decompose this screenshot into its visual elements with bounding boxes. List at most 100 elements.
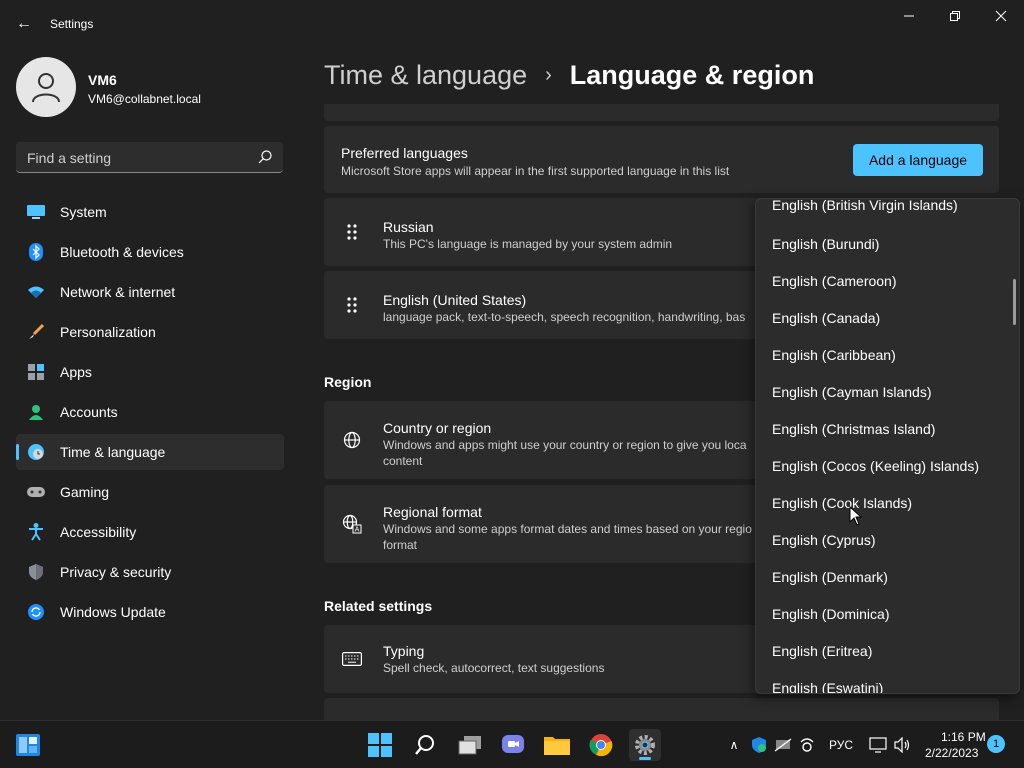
page-title: Language & region xyxy=(569,60,815,90)
gamepad-icon xyxy=(27,483,45,501)
task-view-icon xyxy=(458,736,481,755)
search-placeholder: Find a setting xyxy=(27,150,112,166)
language-title: Russian xyxy=(383,219,434,235)
list-item[interactable]: English (Caribbean) xyxy=(772,347,896,363)
chevron-right-icon: › xyxy=(545,64,552,86)
sidebar-item-privacy[interactable]: Privacy & security xyxy=(16,554,284,590)
sidebar-item-bluetooth[interactable]: Bluetooth & devices xyxy=(16,234,284,270)
search-icon xyxy=(415,735,434,755)
add-language-button[interactable]: Add a language xyxy=(853,144,983,176)
related-settings-title: Related settings xyxy=(324,598,433,614)
typing-subtitle: Spell check, autocorrect, text suggestio… xyxy=(383,661,605,675)
regional-format-subtitle: Windows and some apps format dates and t… xyxy=(383,522,752,536)
language-title: English (United States) xyxy=(383,292,527,308)
preferred-languages-subtitle: Microsoft Store apps will appear in the … xyxy=(341,164,730,178)
sidebar-item-label: Personalization xyxy=(60,324,156,340)
globe-clock-icon xyxy=(27,443,45,461)
sidebar-item-windows-update[interactable]: Windows Update xyxy=(16,594,284,630)
sidebar-item-label: Accessibility xyxy=(60,524,137,540)
regional-format-icon: A xyxy=(342,514,362,534)
list-item[interactable]: English (Cayman Islands) xyxy=(772,384,932,400)
regional-format-title: Regional format xyxy=(383,504,482,520)
chat-button[interactable] xyxy=(497,729,529,761)
sidebar-nav: System Bluetooth & devices Network & int… xyxy=(16,194,284,634)
drag-handle-icon[interactable] xyxy=(342,295,362,315)
sidebar-item-label: System xyxy=(60,204,107,220)
folder-icon xyxy=(544,737,570,755)
input-language-indicator[interactable]: РУС xyxy=(829,738,853,752)
settings-taskbar-button[interactable] xyxy=(629,729,661,761)
dropdown-scrollbar[interactable] xyxy=(1013,279,1016,325)
apps-icon xyxy=(27,363,45,381)
restore-button[interactable] xyxy=(932,4,978,28)
sidebar-item-label: Apps xyxy=(60,364,92,380)
list-item[interactable]: English (Cook Islands) xyxy=(772,495,912,511)
drag-handle-icon[interactable] xyxy=(342,222,362,242)
sidebar-item-label: Network & internet xyxy=(60,284,176,300)
volume-icon[interactable] xyxy=(892,735,912,755)
list-item[interactable]: English (Cocos (Keeling) Islands) xyxy=(772,458,979,474)
sidebar-item-gaming[interactable]: Gaming xyxy=(16,474,284,510)
list-item[interactable]: English (Denmark) xyxy=(772,569,888,585)
list-item[interactable]: English (Christmas Island) xyxy=(772,421,935,437)
breadcrumb-parent[interactable]: Time & language xyxy=(324,60,527,91)
file-explorer-button[interactable] xyxy=(541,729,573,761)
preferred-languages-card: Preferred languages Microsoft Store apps… xyxy=(324,126,999,193)
sidebar-item-apps[interactable]: Apps xyxy=(16,354,284,390)
sidebar-item-system[interactable]: System xyxy=(16,194,284,230)
language-dropdown-list[interactable]: English (British Virgin Islands) English… xyxy=(755,198,1020,694)
network-icon[interactable] xyxy=(773,735,793,755)
list-item[interactable]: English (Cameroon) xyxy=(772,273,897,289)
back-button[interactable]: ← xyxy=(10,10,38,38)
avatar[interactable] xyxy=(16,57,76,117)
minimize-button[interactable] xyxy=(886,4,932,28)
list-item[interactable]: English (Eswatini) xyxy=(772,680,883,693)
sidebar-item-label: Time & language xyxy=(60,444,166,460)
sidebar-item-accounts[interactable]: Accounts xyxy=(16,394,284,430)
sidebar-item-label: Windows Update xyxy=(60,604,166,620)
notification-badge[interactable]: 1 xyxy=(987,735,1005,753)
clock-date[interactable]: 2/22/2023 xyxy=(925,746,978,760)
task-view-button[interactable] xyxy=(454,729,486,761)
search-icon[interactable] xyxy=(257,149,273,165)
defender-icon[interactable] xyxy=(749,735,769,755)
taskbar-search-button[interactable] xyxy=(409,729,441,761)
list-item[interactable]: English (Cyprus) xyxy=(772,532,875,548)
clock-time[interactable]: 1:16 PM xyxy=(941,730,986,744)
list-item[interactable]: English (Burundi) xyxy=(772,236,879,252)
taskbar: ∧ РУС 1:16 PM 2/22/2023 xyxy=(0,720,1024,768)
display-icon[interactable] xyxy=(868,735,888,755)
sidebar-item-label: Accounts xyxy=(60,404,118,420)
sidebar-item-network[interactable]: Network & internet xyxy=(16,274,284,310)
settings-window: ← Settings VM6 VM6@collabnet.local Find … xyxy=(0,0,1024,720)
start-button[interactable] xyxy=(364,729,396,761)
windows-logo-icon xyxy=(368,733,392,757)
widgets-icon[interactable] xyxy=(12,729,44,761)
list-item[interactable]: English (Dominica) xyxy=(772,606,889,622)
keyboard-icon xyxy=(342,649,362,669)
language-subtitle: This PC's language is managed by your sy… xyxy=(383,237,673,251)
update-icon xyxy=(27,603,45,621)
close-button[interactable] xyxy=(978,4,1024,28)
country-region-subtitle-line2: content xyxy=(383,454,423,468)
globe-icon xyxy=(342,430,362,450)
tray-app-icon[interactable] xyxy=(797,735,817,755)
chrome-button[interactable] xyxy=(585,729,617,761)
list-item[interactable]: English (British Virgin Islands) xyxy=(772,199,958,213)
search-input[interactable]: Find a setting xyxy=(16,142,283,173)
list-item[interactable]: English (Eritrea) xyxy=(772,643,872,659)
user-icon xyxy=(32,73,60,103)
sidebar-item-accessibility[interactable]: Accessibility xyxy=(16,514,284,550)
restore-icon xyxy=(950,11,960,21)
shield-icon xyxy=(27,563,45,581)
chrome-icon xyxy=(589,734,613,757)
preferred-languages-title: Preferred languages xyxy=(341,145,468,161)
sidebar-item-personalization[interactable]: Personalization xyxy=(16,314,284,350)
teams-chat-icon xyxy=(502,735,524,753)
app-title: Settings xyxy=(50,17,94,31)
sidebar-item-time-language[interactable]: Time & language xyxy=(16,434,284,470)
svg-text:A: A xyxy=(355,526,360,534)
tray-chevron-icon[interactable]: ∧ xyxy=(724,735,744,755)
list-item[interactable]: English (Canada) xyxy=(772,310,880,326)
monitor-icon xyxy=(27,203,45,221)
